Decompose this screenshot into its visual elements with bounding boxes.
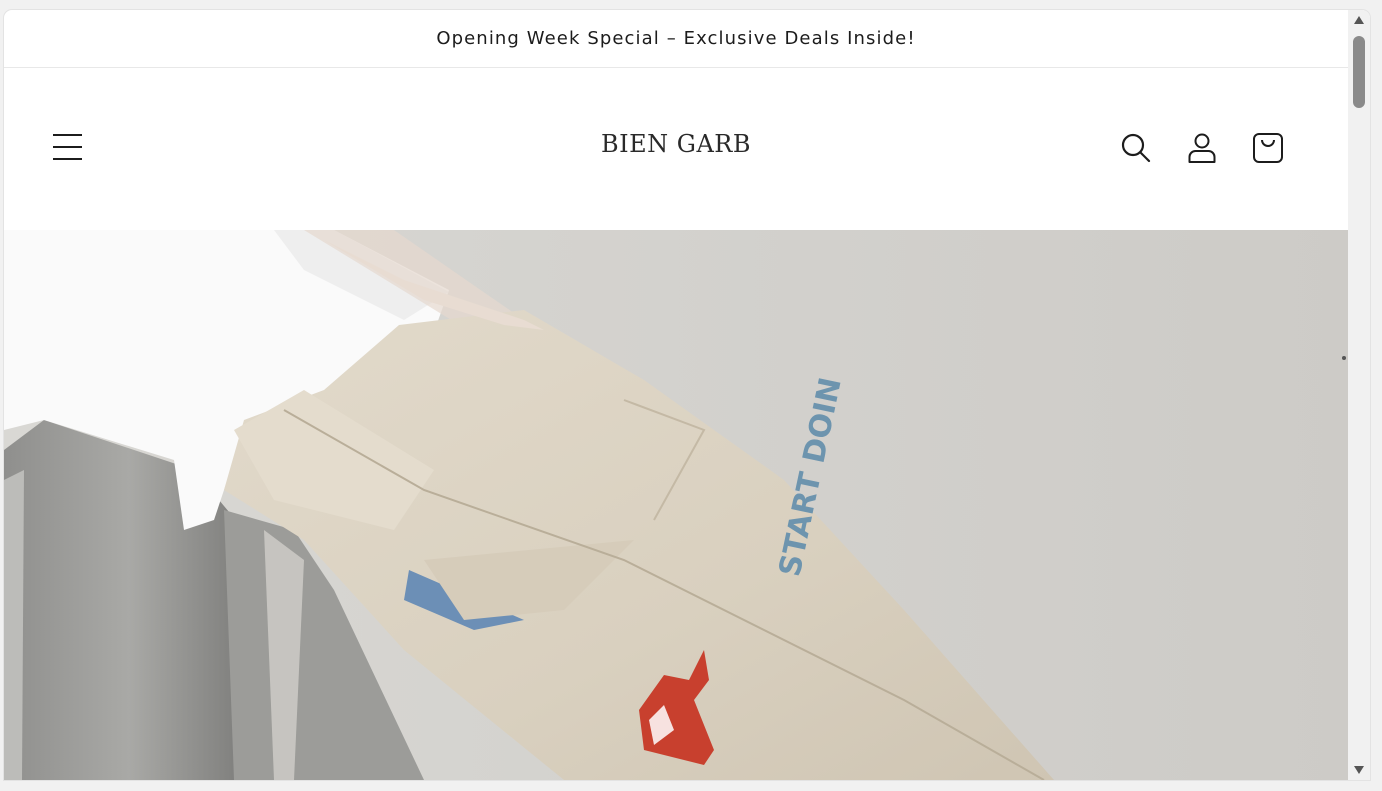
account-icon xyxy=(1188,133,1216,163)
search-button[interactable] xyxy=(1116,128,1156,168)
store-logo[interactable]: BIEN GARB xyxy=(564,130,788,162)
announcement-text: Opening Week Special – Exclusive Deals I… xyxy=(436,28,916,49)
cart-icon xyxy=(1253,133,1283,163)
menu-button[interactable] xyxy=(48,130,88,164)
search-icon xyxy=(1121,133,1151,163)
scroll-up-arrow[interactable] xyxy=(1353,14,1365,26)
cart-button[interactable] xyxy=(1248,128,1288,168)
hero-photo: START DOIN xyxy=(4,230,1348,780)
menu-icon-line xyxy=(53,134,82,136)
triangle-up-icon xyxy=(1354,16,1364,24)
browser-viewport: Opening Week Special – Exclusive Deals I… xyxy=(4,10,1370,780)
header-icons xyxy=(1116,128,1288,168)
account-button[interactable] xyxy=(1182,128,1222,168)
scroll-thumb[interactable] xyxy=(1353,36,1365,108)
triangle-down-icon xyxy=(1354,766,1364,774)
announcement-bar: Opening Week Special – Exclusive Deals I… xyxy=(4,10,1348,68)
menu-icon-line xyxy=(53,146,82,148)
scroll-down-arrow[interactable] xyxy=(1353,764,1365,776)
scrollbar[interactable] xyxy=(1348,10,1370,780)
hero-image[interactable]: START DOIN xyxy=(4,230,1348,780)
menu-icon-line xyxy=(53,158,82,160)
site-header: BIEN GARB xyxy=(4,68,1348,230)
